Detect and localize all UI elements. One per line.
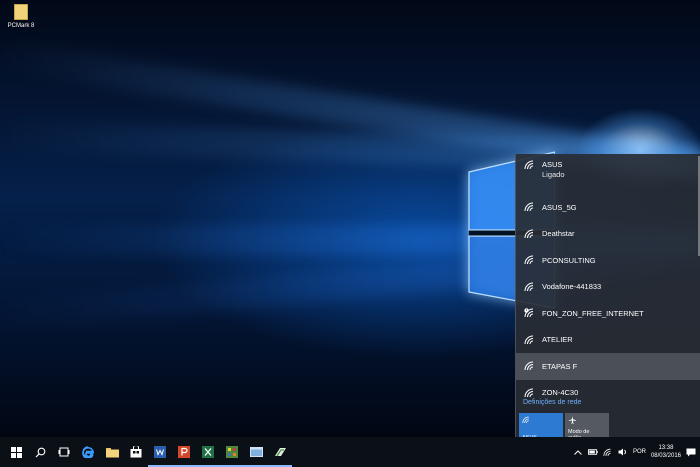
wifi-icon bbox=[524, 229, 534, 238]
store-button[interactable] bbox=[124, 437, 148, 467]
network-name: ASUS bbox=[542, 160, 563, 169]
notification-icon bbox=[686, 448, 696, 456]
network-name: FON_ZON_FREE_INTERNET bbox=[542, 308, 644, 318]
wifi-icon bbox=[603, 448, 611, 456]
network-item-atelier[interactable]: ATELIER bbox=[516, 327, 700, 354]
pcmark-icon bbox=[274, 448, 286, 457]
network-name: ASUS_5G bbox=[542, 202, 577, 212]
network-item-pconsulting[interactable]: PCONSULTING bbox=[516, 247, 700, 274]
file-explorer-button[interactable] bbox=[100, 437, 124, 467]
system-tray: POR 13:38 08/03/2016 bbox=[573, 437, 700, 467]
start-button[interactable] bbox=[4, 437, 28, 467]
chevron-up-icon bbox=[574, 449, 582, 455]
wifi-icon bbox=[524, 361, 534, 371]
airplane-icon bbox=[568, 416, 577, 424]
clock-date: 08/03/2016 bbox=[650, 453, 681, 459]
excel-icon bbox=[202, 446, 214, 458]
speaker-icon bbox=[618, 448, 626, 456]
wifi-icon bbox=[524, 282, 534, 291]
wifi-icon bbox=[524, 160, 534, 170]
desktop-icon-label: PCMark 8 bbox=[7, 23, 35, 29]
clock-time: 13:38 bbox=[658, 445, 674, 451]
folder-icon bbox=[14, 4, 28, 20]
network-name: ZON-4C30 bbox=[542, 388, 579, 398]
wifi-icon bbox=[524, 255, 534, 265]
task-view-icon bbox=[58, 447, 70, 457]
wifi-icon bbox=[524, 202, 534, 212]
show-hidden-icons-button[interactable] bbox=[573, 447, 583, 457]
network-name: ETAPAS F bbox=[542, 361, 578, 371]
network-item-asus-5g[interactable]: ASUS_5G bbox=[516, 194, 700, 221]
store-icon bbox=[130, 446, 142, 458]
desktop-icon-pcmark[interactable]: PCMark 8 bbox=[4, 4, 38, 29]
network-tray-button[interactable] bbox=[603, 447, 613, 457]
pcmark-button[interactable] bbox=[268, 437, 292, 467]
action-center-button[interactable] bbox=[686, 447, 696, 457]
network-item-etapas-f[interactable]: ETAPAS F bbox=[516, 353, 700, 380]
edge-button[interactable] bbox=[76, 437, 100, 467]
network-item-asus[interactable]: ASUS Ligado bbox=[516, 154, 700, 194]
network-flyout: ASUS Ligado ASUS_5G Deathstar PCONSULTIN… bbox=[515, 154, 700, 444]
network-status: Ligado bbox=[542, 170, 565, 179]
network-item-vodafone[interactable]: Vodafone-441833 bbox=[516, 274, 700, 301]
wifi-icon bbox=[524, 388, 534, 397]
game-icon bbox=[226, 446, 238, 458]
volume-button[interactable] bbox=[618, 447, 628, 457]
powerpoint-button[interactable] bbox=[172, 437, 196, 467]
folder-icon bbox=[105, 447, 119, 457]
wifi-icon bbox=[522, 416, 529, 424]
excel-button[interactable] bbox=[196, 437, 220, 467]
wifi-open-icon bbox=[524, 308, 534, 318]
search-button[interactable] bbox=[28, 437, 52, 467]
network-item-fon-zon[interactable]: FON_ZON_FREE_INTERNET bbox=[516, 300, 700, 327]
edge-icon bbox=[82, 446, 94, 458]
network-item-deathstar[interactable]: Deathstar bbox=[516, 221, 700, 248]
windows-icon bbox=[10, 446, 22, 458]
battery-icon bbox=[587, 449, 598, 455]
clock-button[interactable]: 13:38 08/03/2016 bbox=[651, 444, 681, 460]
powerpoint-icon bbox=[178, 446, 190, 458]
wifi-icon bbox=[524, 335, 534, 344]
network-name: PCONSULTING bbox=[542, 255, 596, 265]
word-icon bbox=[154, 446, 166, 458]
battery-button[interactable] bbox=[587, 447, 598, 457]
network-name: ATELIER bbox=[542, 335, 573, 345]
word-button[interactable] bbox=[148, 437, 172, 467]
network-settings-link[interactable]: Definições de rede bbox=[523, 399, 581, 406]
task-view-button[interactable] bbox=[52, 437, 76, 467]
network-name: Deathstar bbox=[542, 229, 575, 239]
game-button[interactable] bbox=[220, 437, 244, 467]
input-language-button[interactable]: POR bbox=[633, 449, 646, 455]
app-window-button[interactable] bbox=[244, 437, 268, 467]
window-icon bbox=[249, 447, 263, 457]
taskbar: POR 13:38 08/03/2016 bbox=[0, 437, 700, 467]
search-icon bbox=[35, 447, 45, 457]
network-name: Vodafone-441833 bbox=[542, 282, 602, 292]
